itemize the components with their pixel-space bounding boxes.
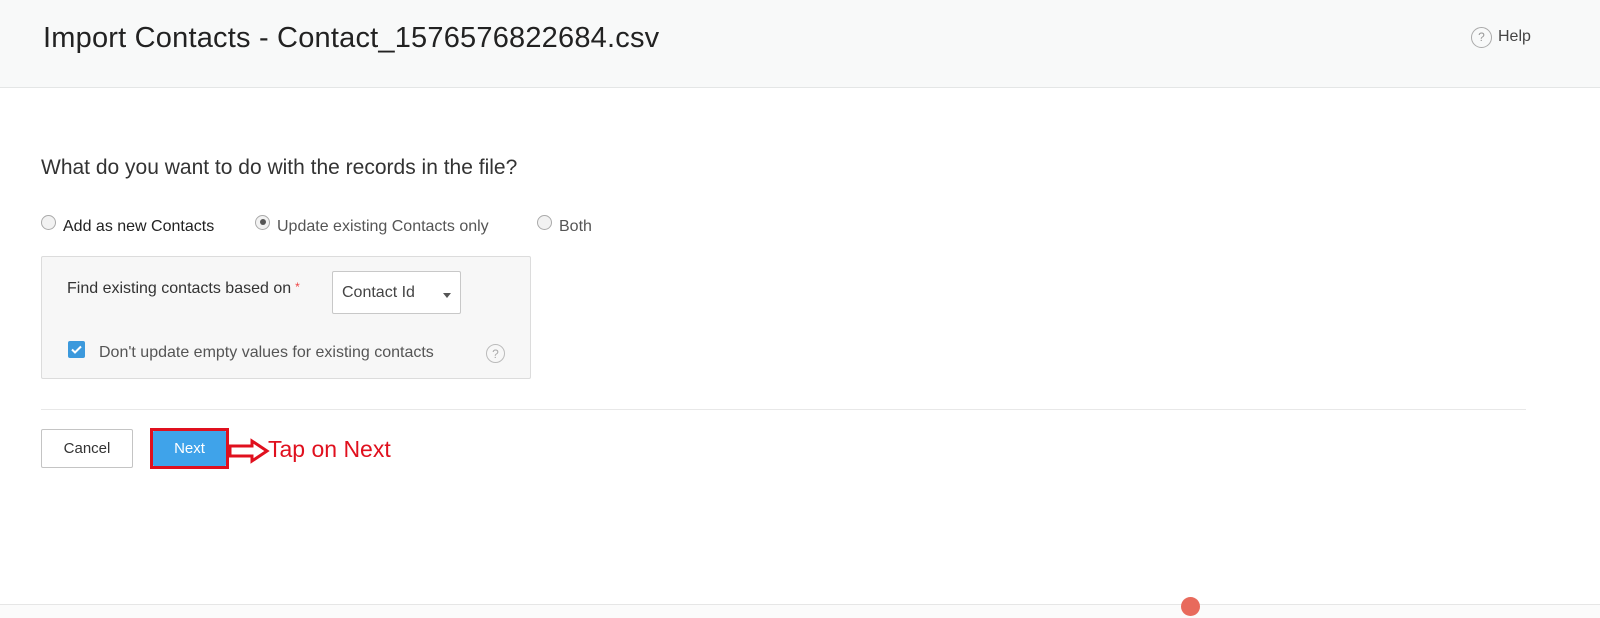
match-field-select[interactable]: Contact Id — [332, 271, 461, 314]
radio-label: Update existing Contacts only — [277, 218, 489, 235]
radio-button[interactable] — [255, 214, 270, 230]
record-action-radio-group: Add as new Contacts Update existing Cont… — [41, 211, 592, 237]
next-button[interactable]: Next — [153, 431, 226, 466]
find-contacts-label-text: Find existing contacts based on — [67, 280, 292, 297]
cancel-button[interactable]: Cancel — [41, 429, 133, 468]
radio-button[interactable] — [41, 214, 56, 230]
arrow-right-icon — [228, 438, 270, 464]
checkmark-icon — [71, 345, 82, 354]
page-header: Import Contacts - Contact_1576576822684.… — [0, 0, 1600, 88]
radio-add-new-contacts[interactable]: Add as new Contacts — [41, 212, 255, 236]
divider — [41, 409, 1526, 410]
required-marker: * — [295, 280, 300, 294]
skip-empty-values-checkbox[interactable] — [68, 341, 85, 358]
radio-label: Both — [559, 218, 592, 235]
find-contacts-label: Find existing contacts based on * — [67, 280, 300, 298]
import-question: What do you want to do with the records … — [41, 156, 518, 179]
skip-empty-values-label: Don't update empty values for existing c… — [99, 344, 434, 361]
page-title: Import Contacts - Contact_1576576822684.… — [43, 22, 660, 54]
footer-bar — [0, 604, 1600, 618]
notification-badge[interactable] — [1181, 597, 1200, 616]
radio-label: Add as new Contacts — [63, 218, 215, 235]
question-circle-icon: ? — [1471, 26, 1492, 48]
help-label: Help — [1498, 28, 1531, 45]
radio-button[interactable] — [537, 214, 552, 230]
info-question-icon[interactable]: ? — [486, 344, 505, 363]
radio-update-existing-only[interactable]: Update existing Contacts only — [255, 212, 537, 236]
tutorial-annotation: Tap on Next — [268, 436, 391, 462]
help-link[interactable]: ? Help — [1471, 26, 1531, 48]
match-field-value: Contact Id — [342, 283, 415, 301]
radio-both[interactable]: Both — [537, 212, 592, 236]
caret-down-icon — [443, 293, 451, 298]
match-settings-panel: Find existing contacts based on * Contact… — [41, 256, 531, 379]
